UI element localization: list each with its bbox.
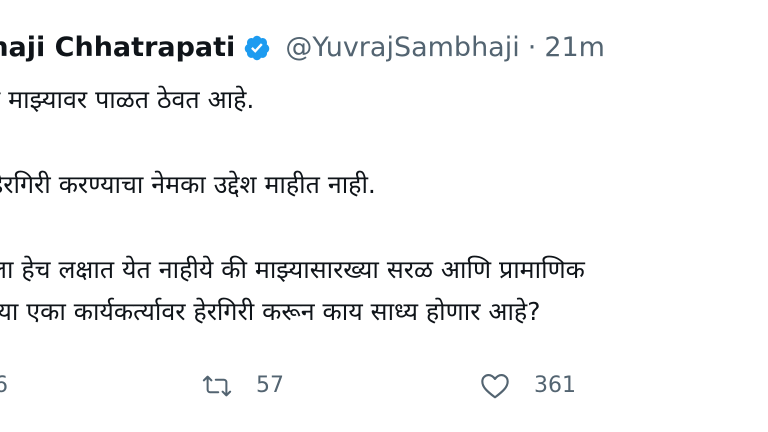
tweet-text-line: ला हेच लक्षात येत नाहीये की माझ्यासारख्य… — [0, 255, 585, 284]
header-separator: · — [527, 32, 537, 63]
author-display-name[interactable]: bhaji Chhatrapati — [0, 28, 235, 68]
tweet-timestamp[interactable]: 21m — [544, 28, 605, 68]
reply-count: 46 — [0, 373, 8, 398]
like-button[interactable]: 361 — [478, 366, 576, 406]
retweet-button[interactable]: 57 — [200, 366, 284, 406]
tweet-actions: 46 57 361 — [0, 366, 768, 406]
like-count: 361 — [534, 373, 576, 398]
tweet-text-line: र माझ्यावर पाळत ठेवत आहे. — [0, 85, 255, 114]
tweet[interactable]: bhaji Chhatrapati @YuvrajSambhaji · 21m … — [0, 0, 768, 432]
heart-icon — [478, 370, 512, 402]
tweet-text-line: हेरगिरी करण्याचा नेमका उद्देश माहीत नाही… — [0, 170, 376, 199]
author-handle[interactable]: @YuvrajSambhaji — [285, 28, 519, 68]
tweet-text-line: न्या एका कार्यकर्त्यावर हेरगिरी करून काय… — [0, 297, 541, 326]
reply-button[interactable]: 46 — [0, 366, 8, 406]
tweet-header: bhaji Chhatrapati @YuvrajSambhaji · 21m — [0, 28, 605, 68]
retweet-count: 57 — [256, 373, 284, 398]
retweet-icon — [200, 371, 234, 401]
verified-badge-icon — [243, 34, 271, 62]
